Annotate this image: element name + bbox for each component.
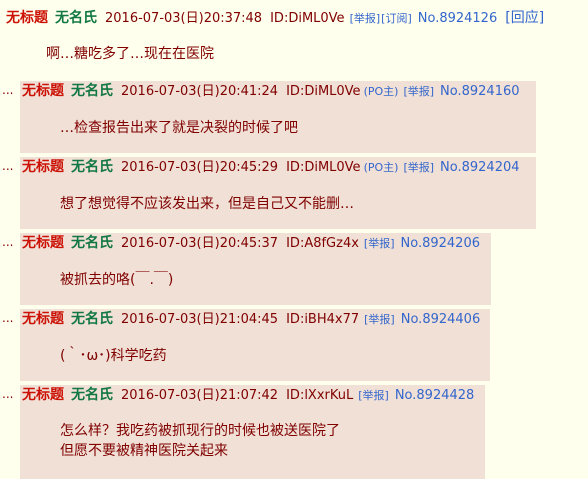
report-link[interactable]: [举报] <box>403 85 434 98</box>
reply-post: ... 无标题 无名氏 2016-07-03(日)20:41:24 ID:DiML0V… <box>0 81 588 153</box>
reply-indicator: ... <box>2 83 14 97</box>
poster-name: 无名氏 <box>71 311 113 327</box>
post-content: 想了想觉得不应该发出来，但是自己又不能删… <box>60 196 354 212</box>
post-number[interactable]: No.8924126 <box>418 11 497 26</box>
post-number[interactable]: No.8924160 <box>440 84 519 99</box>
report-link[interactable]: [举报] <box>364 237 395 250</box>
poster-name: 无名氏 <box>55 10 97 26</box>
report-link[interactable]: [举报] <box>403 161 434 174</box>
post-time: 2016-07-03(日)20:45:37 <box>121 236 279 251</box>
report-link[interactable]: [举报] <box>364 313 395 326</box>
post-title: 无标题 <box>6 10 48 26</box>
post-title: 无标题 <box>22 83 64 99</box>
poster-id: ID:A8fGz4x <box>286 236 359 251</box>
post-title: 无标题 <box>22 159 64 175</box>
post-time: 2016-07-03(日)20:41:24 <box>121 84 279 99</box>
reply-header: 无标题 无名氏 2016-07-03(日)21:04:45 ID:iBH4x77 [举报… <box>22 310 480 329</box>
poster-id: ID:iBH4x77 <box>286 312 360 327</box>
post-content: (｀･ω･)科学吃药 <box>60 348 167 364</box>
poster-name: 无名氏 <box>71 83 113 99</box>
po-badge: (PO主) <box>363 85 399 98</box>
poster-name: 无名氏 <box>71 387 113 403</box>
post-title: 无标题 <box>22 387 64 403</box>
post-time: 2016-07-03(日)20:45:29 <box>121 160 279 175</box>
reply-header: 无标题 无名氏 2016-07-03(日)20:45:29 ID:DiML0Ve (PO… <box>22 158 520 177</box>
post-number[interactable]: No.8924406 <box>401 312 480 327</box>
reply-post: ... 无标题 无名氏 2016-07-03(日)20:45:29 ID:DiML0V… <box>0 157 588 229</box>
subscribe-link[interactable]: [订阅] <box>381 12 412 25</box>
reply-indicator: ... <box>2 235 14 249</box>
post-content: 啊…糖吃多了…现在在医院 <box>46 46 214 62</box>
post-number[interactable]: No.8924206 <box>401 236 480 251</box>
reply-header: 无标题 无名氏 2016-07-03(日)20:45:37 ID:A8fGz4x [举报… <box>22 234 480 253</box>
post-content: 怎么样？我吃药被抓现行的时候也被送医院了 但愿不要被精神医院关起来 <box>60 423 340 459</box>
reply-post: ... 无标题 无名氏 2016-07-03(日)20:45:37 ID:A8fGz4… <box>0 233 588 305</box>
poster-id: ID:DiML0Ve <box>270 11 345 26</box>
report-link[interactable]: [举报] <box>350 12 381 25</box>
post-time: 2016-07-03(日)21:07:42 <box>121 388 279 403</box>
reply-header: 无标题 无名氏 2016-07-03(日)20:41:24 ID:DiML0Ve (PO… <box>22 82 520 101</box>
post-number[interactable]: No.8924204 <box>440 160 519 175</box>
op-header: 无标题 无名氏 2016-07-03(日)20:37:48 ID:DiML0Ve [举报… <box>6 9 544 28</box>
reply-post: ... 无标题 无名氏 2016-07-03(日)21:07:42 ID:lXxrKu… <box>0 385 588 479</box>
reply-link[interactable]: [回应] <box>505 10 544 26</box>
post-content: …检查报告出来了就是决裂的时候了吧 <box>60 120 298 136</box>
report-link[interactable]: [举报] <box>358 389 389 402</box>
post-title: 无标题 <box>22 235 64 251</box>
post-time: 2016-07-03(日)20:37:48 <box>105 11 263 26</box>
poster-name: 无名氏 <box>71 235 113 251</box>
poster-name: 无名氏 <box>71 159 113 175</box>
poster-id: ID:DiML0Ve <box>286 84 361 99</box>
reply-post: ... 无标题 无名氏 2016-07-03(日)21:04:45 ID:iBH4x7… <box>0 309 588 381</box>
post-title: 无标题 <box>22 311 64 327</box>
post-time: 2016-07-03(日)21:04:45 <box>121 312 279 327</box>
post-content: 被抓去的咯(￣.￣) <box>60 272 174 288</box>
po-badge: (PO主) <box>363 161 399 174</box>
reply-indicator: ... <box>2 311 14 325</box>
op-post: 无标题 无名氏 2016-07-03(日)20:37:48 ID:DiML0Ve [举报… <box>0 0 588 75</box>
reply-header: 无标题 无名氏 2016-07-03(日)21:07:42 ID:lXxrKuL [举报… <box>22 386 474 405</box>
reply-indicator: ... <box>2 387 14 401</box>
poster-id: ID:lXxrKuL <box>286 388 354 403</box>
poster-id: ID:DiML0Ve <box>286 160 361 175</box>
post-number[interactable]: No.8924428 <box>395 388 474 403</box>
reply-indicator: ... <box>2 159 14 173</box>
